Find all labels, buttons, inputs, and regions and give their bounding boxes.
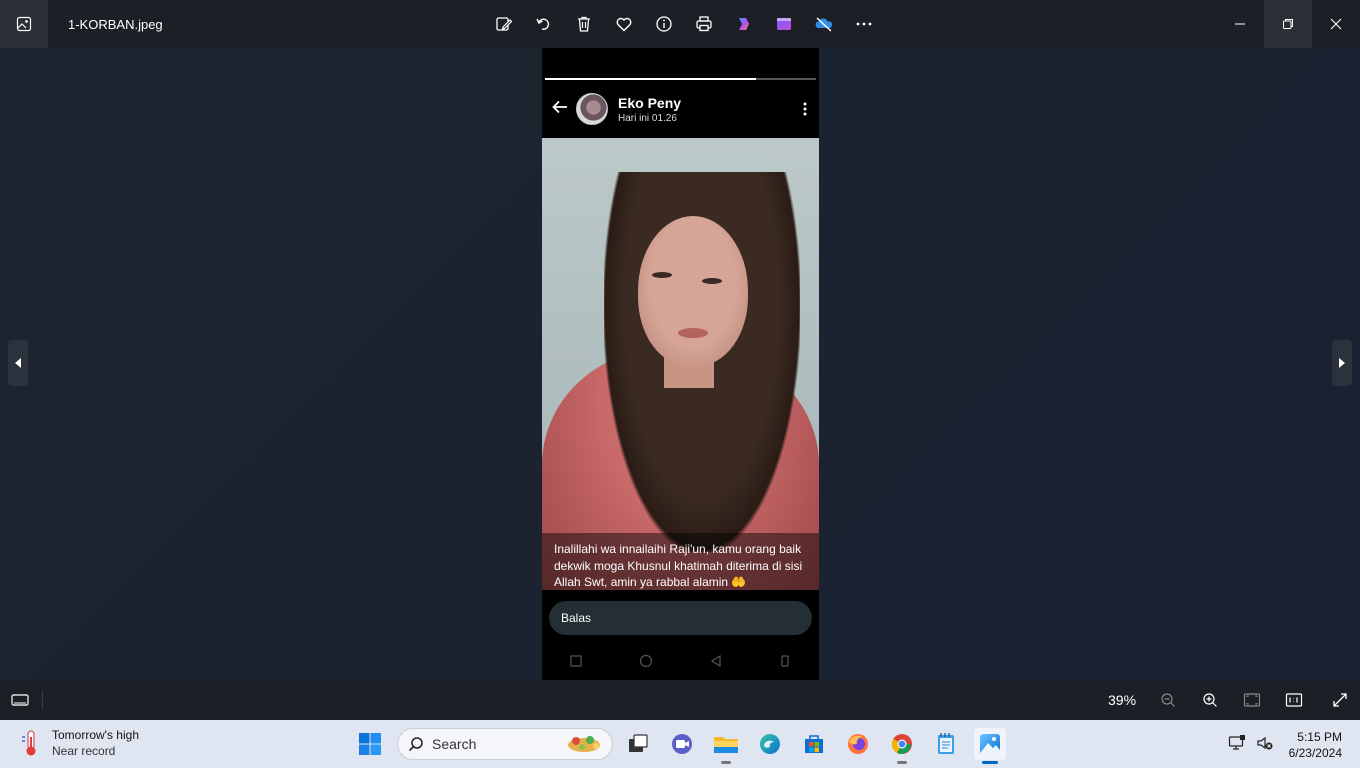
- firefox-icon[interactable]: [842, 728, 874, 760]
- more-icon[interactable]: [844, 4, 884, 44]
- clock-time: 5:15 PM: [1297, 730, 1342, 744]
- running-indicator: [721, 761, 731, 764]
- photos-app-icon[interactable]: [0, 0, 48, 48]
- photo-eye-left: [652, 272, 672, 278]
- chrome-icon[interactable]: [886, 728, 918, 764]
- status-caption: Inalillahi wa innailaihi Raji'un, kamu o…: [542, 533, 819, 590]
- thermometer-icon: [22, 730, 36, 756]
- search-label: Search: [432, 736, 477, 752]
- favorite-icon[interactable]: [604, 4, 644, 44]
- task-view-icon[interactable]: [622, 728, 654, 760]
- delete-icon[interactable]: [564, 4, 604, 44]
- print-icon[interactable]: [684, 4, 724, 44]
- home-nav-icon: [640, 654, 653, 668]
- search-highlight-icon: [568, 736, 600, 752]
- info-icon[interactable]: [644, 4, 684, 44]
- photos-app-taskbar-icon[interactable]: [974, 728, 1006, 764]
- windows-taskbar: Tomorrow's high Near record Search 5:15 …: [0, 720, 1360, 768]
- clock-date: 6/23/2024: [1288, 746, 1342, 760]
- kebab-menu-icon: [803, 102, 807, 121]
- next-image-button[interactable]: [1332, 340, 1352, 386]
- zoom-in-icon[interactable]: [1198, 688, 1222, 712]
- image-viewer: Eko Peny Hari ini 01.26 Inalillahi wa in…: [0, 48, 1360, 680]
- minimize-button[interactable]: [1216, 0, 1264, 48]
- copilot-icon[interactable]: [724, 4, 764, 44]
- full-screen-icon[interactable]: [1328, 688, 1352, 712]
- windows-logo-icon: [359, 733, 381, 755]
- window-controls: [1216, 0, 1360, 48]
- fit-to-window-icon[interactable]: [1240, 688, 1264, 712]
- recents-nav-icon: [570, 655, 582, 667]
- system-tray: [1228, 734, 1274, 752]
- photo-mouth: [678, 328, 708, 338]
- microsoft-store-icon[interactable]: [798, 728, 830, 760]
- active-indicator: [982, 761, 998, 764]
- edit-image-icon[interactable]: [484, 4, 524, 44]
- rotate-icon[interactable]: [524, 4, 564, 44]
- photo-eye-right: [702, 278, 722, 284]
- actual-size-icon[interactable]: [1282, 688, 1306, 712]
- back-arrow-icon: [552, 99, 568, 120]
- clipchamp-icon[interactable]: [764, 4, 804, 44]
- photo-face: [638, 216, 748, 366]
- onedrive-icon[interactable]: [804, 4, 844, 44]
- filmstrip-icon[interactable]: [10, 690, 30, 715]
- volume-muted-icon[interactable]: [1256, 734, 1274, 752]
- running-indicator: [897, 761, 907, 764]
- back-nav-icon: [710, 655, 721, 667]
- previous-image-button[interactable]: [8, 340, 28, 386]
- notepad-icon[interactable]: [930, 728, 962, 760]
- zoom-out-icon[interactable]: [1156, 688, 1180, 712]
- window-title: 1-KORBAN.jpeg: [68, 16, 163, 32]
- zoom-level: 39%: [1108, 692, 1137, 708]
- status-photo: Inalillahi wa innailaihi Raji'un, kamu o…: [542, 138, 819, 590]
- contact-name: Eko Peny: [618, 94, 682, 111]
- avatar: [576, 93, 608, 125]
- network-icon[interactable]: [1228, 734, 1246, 752]
- taskbar-search[interactable]: Search: [397, 728, 613, 760]
- edge-browser-icon[interactable]: [754, 728, 786, 760]
- start-button[interactable]: [354, 728, 386, 760]
- reply-input[interactable]: Balas: [549, 601, 812, 635]
- close-button[interactable]: [1312, 0, 1360, 48]
- weather-widget[interactable]: Tomorrow's high Near record: [20, 728, 139, 758]
- viewer-bottom-bar: 39%: [0, 680, 1360, 720]
- viewer-toolbar: [484, 0, 884, 48]
- weather-subtitle: Near record: [52, 744, 116, 758]
- clock[interactable]: 5:15 PM 6/23/2024: [1289, 729, 1342, 761]
- status-screenshot: Eko Peny Hari ini 01.26 Inalillahi wa in…: [542, 48, 819, 680]
- teams-meet-icon[interactable]: [666, 728, 698, 760]
- restore-button[interactable]: [1264, 0, 1312, 48]
- bottom-bar-divider: [42, 690, 43, 710]
- status-header: Eko Peny Hari ini 01.26: [542, 80, 819, 138]
- rotate-nav-icon: [781, 655, 789, 667]
- file-explorer-icon[interactable]: [710, 728, 742, 764]
- status-time: Hari ini 01.26: [618, 112, 677, 124]
- weather-title: Tomorrow's high: [52, 728, 139, 742]
- search-icon: [408, 737, 423, 752]
- android-nav-bar: [542, 646, 819, 676]
